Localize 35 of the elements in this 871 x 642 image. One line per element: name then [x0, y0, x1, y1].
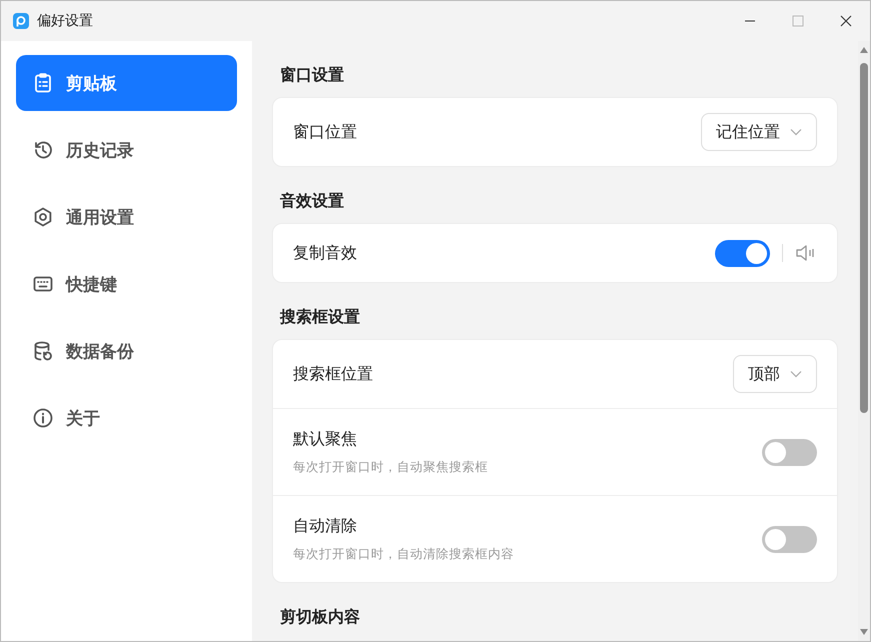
setting-label: 默认聚焦: [293, 428, 358, 450]
close-icon[interactable]: [840, 15, 852, 27]
chevron-down-icon: [790, 128, 802, 136]
clipboard-icon: [32, 72, 54, 94]
window-title: 偏好设置: [37, 12, 94, 30]
toggle-switch[interactable]: [762, 438, 817, 466]
history-icon: [32, 139, 54, 161]
section-heading: 剪切板内容: [279, 606, 361, 628]
info-icon: [32, 407, 54, 429]
scroll-up-icon[interactable]: [860, 47, 868, 53]
setting-label: 搜索框位置: [293, 364, 374, 384]
setting-description: 每次打开窗口时，自动聚焦搜索框: [293, 458, 489, 476]
section-heading: 音效设置: [279, 190, 345, 212]
dropdown[interactable]: 顶部: [733, 355, 817, 393]
sidebar-item[interactable]: 数据备份: [16, 323, 237, 379]
setting-label: 自动清除: [293, 516, 358, 536]
section-heading: 搜索框设置: [278, 306, 361, 328]
toggle-switch[interactable]: [762, 526, 817, 552]
sidebar-item[interactable]: 关于: [16, 390, 237, 446]
section-heading: 窗口设置: [279, 64, 345, 86]
scroll-down-icon[interactable]: [860, 629, 868, 635]
setting-label: 复制音效: [293, 242, 358, 264]
sidebar-item[interactable]: 历史记录: [16, 122, 237, 178]
toggle-switch[interactable]: [715, 240, 770, 266]
app-logo-icon: [13, 13, 29, 29]
settings-icon: [32, 206, 54, 228]
setting-description: 每次打开窗口时，自动清除搜索框内容: [293, 546, 515, 562]
sidebar-item[interactable]: 剪贴板: [16, 55, 237, 111]
sidebar-item[interactable]: 通用设置: [16, 189, 237, 245]
database-restore-icon: [32, 340, 54, 362]
chevron-down-icon: [790, 370, 802, 378]
dropdown[interactable]: 记住位置: [701, 113, 817, 151]
setting-label: 窗口位置: [293, 122, 358, 142]
maximize-icon[interactable]: [792, 15, 804, 27]
sidebar-item[interactable]: 快捷键: [16, 256, 237, 312]
